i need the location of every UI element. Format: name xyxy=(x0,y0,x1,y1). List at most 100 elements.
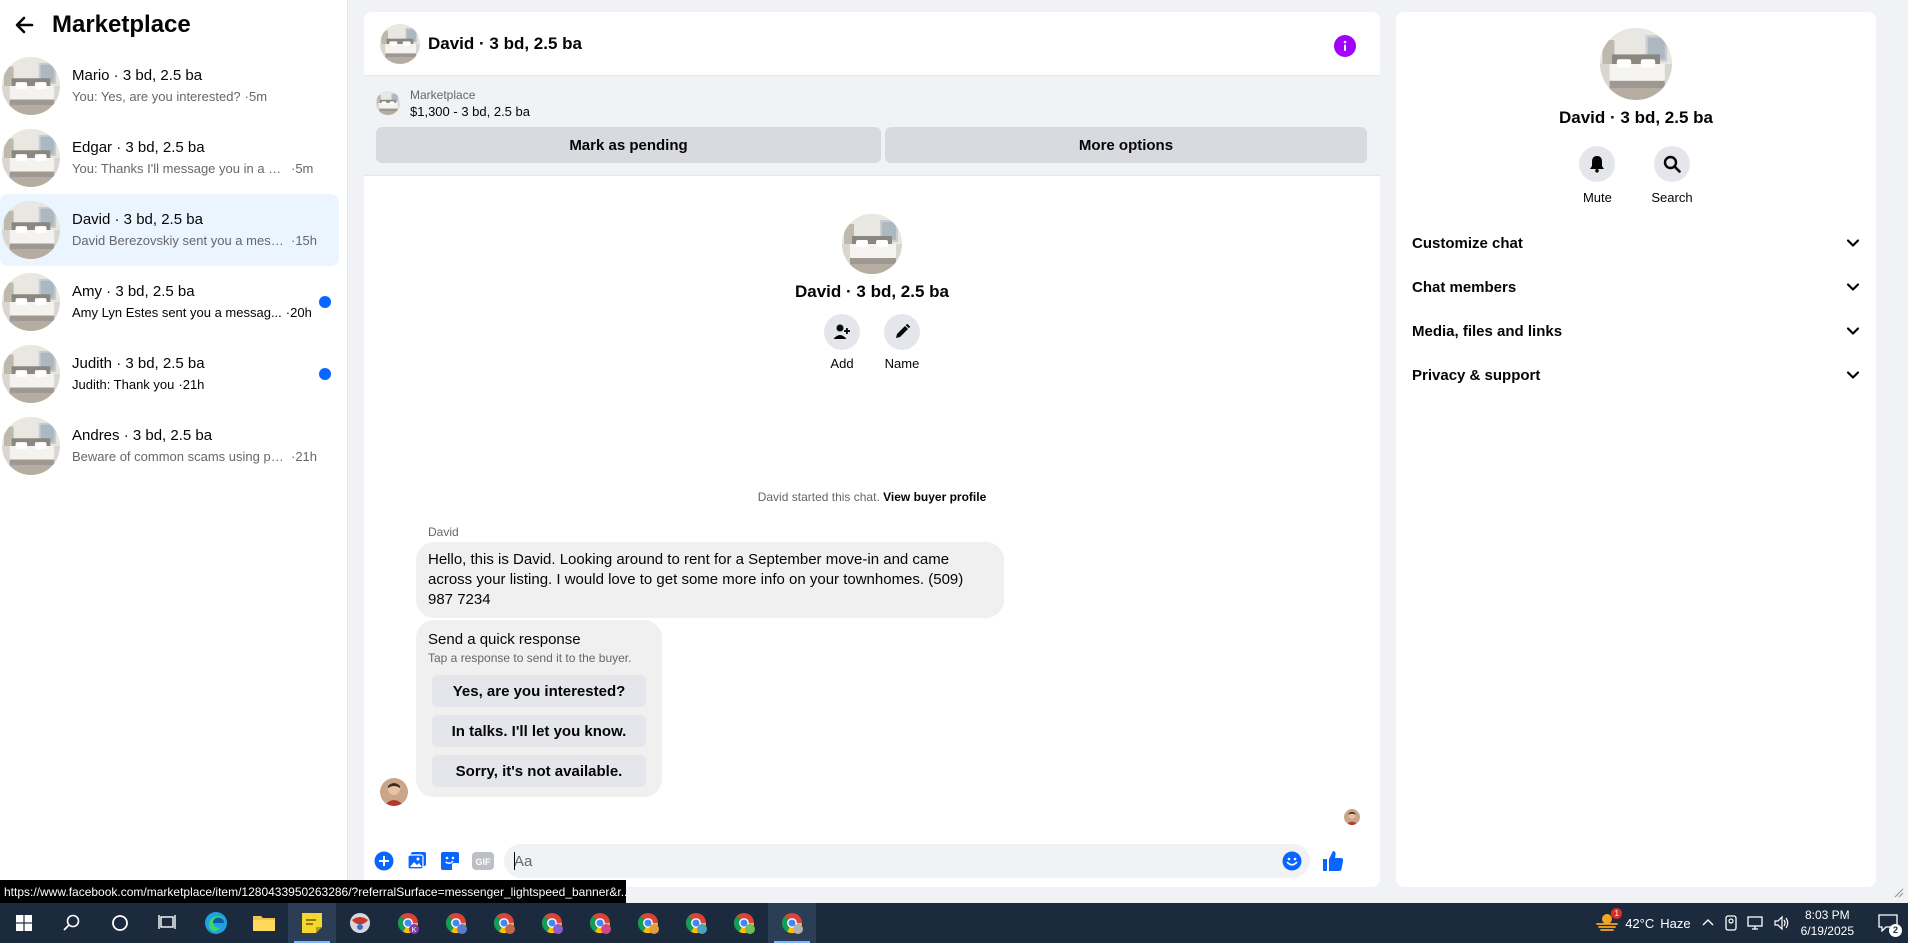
file-explorer-icon[interactable] xyxy=(240,903,288,943)
sticker-icon[interactable] xyxy=(438,849,462,873)
listing-avatar xyxy=(2,273,60,331)
chrome-profile-icon[interactable] xyxy=(576,903,624,943)
system-tray xyxy=(1701,915,1791,931)
meet-now-icon[interactable] xyxy=(1723,915,1739,931)
clock-time: 8:03 PM xyxy=(1804,908,1850,922)
chat-title[interactable]: David · 3 bd, 2.5 ba xyxy=(428,34,582,54)
quick-response-card: Send a quick response Tap a response to … xyxy=(416,620,662,797)
gif-icon[interactable]: GIF xyxy=(471,849,495,873)
more-options-button[interactable]: More options xyxy=(885,127,1367,163)
cortana-circle-icon[interactable] xyxy=(96,903,144,943)
chat-header: David · 3 bd, 2.5 ba xyxy=(364,12,1380,76)
chat-header-avatar[interactable] xyxy=(380,24,420,64)
conversation-name: Andres · 3 bd, 2.5 ba xyxy=(72,427,213,444)
volume-icon[interactable] xyxy=(1773,915,1791,931)
chevron-down-icon xyxy=(1846,239,1860,247)
quick-response-option[interactable]: Yes, are you interested? xyxy=(432,675,646,707)
chrome-profile-k-icon[interactable]: K xyxy=(384,903,432,943)
emoji-icon[interactable] xyxy=(1282,851,1302,871)
conversation-item-judith[interactable]: Judith · 3 bd, 2.5 ba Judith: Thank you ·… xyxy=(0,338,339,410)
conversation-time: ·5m xyxy=(244,89,268,104)
details-sections: Customize chat Chat members Media, files… xyxy=(1396,221,1876,397)
quick-response-option[interactable]: In talks. I'll let you know. xyxy=(432,715,646,747)
quick-response-title: Send a quick response xyxy=(428,631,581,648)
bell-icon xyxy=(1590,156,1605,173)
search-in-chat-button[interactable]: Search xyxy=(1651,146,1693,205)
conversation-name: Judith · 3 bd, 2.5 ba xyxy=(72,355,205,372)
seen-receipt-avatar xyxy=(1344,809,1360,825)
pencil-icon xyxy=(896,323,911,338)
info-icon[interactable] xyxy=(1334,35,1356,57)
start-windows-icon[interactable] xyxy=(0,903,48,943)
photo-icon[interactable] xyxy=(405,849,429,873)
chevron-up-icon[interactable] xyxy=(1701,916,1715,930)
quick-response-subtitle: Tap a response to send it to the buyer. xyxy=(428,651,632,665)
message-input[interactable] xyxy=(514,852,1254,870)
chat-details-panel: David · 3 bd, 2.5 ba Mute Search Customi… xyxy=(1396,12,1876,887)
listing-avatar xyxy=(2,417,60,475)
conversation-time: ·20h xyxy=(285,305,312,320)
conversation-item-andres[interactable]: Andres · 3 bd, 2.5 ba Beware of common s… xyxy=(0,410,339,482)
unread-dot-icon xyxy=(319,368,331,380)
conversation-item-mario[interactable]: Mario · 3 bd, 2.5 ba You: Yes, are you i… xyxy=(0,50,339,122)
svg-text:K: K xyxy=(412,927,417,934)
chrome-active-window-icon[interactable] xyxy=(768,903,816,943)
back-arrow-icon[interactable] xyxy=(10,11,38,39)
section-label: Media, files and links xyxy=(1412,322,1563,340)
chrome-profile-icon[interactable] xyxy=(672,903,720,943)
privacy-support-section[interactable]: Privacy & support xyxy=(1404,353,1868,397)
windows-taskbar: K 1 42°C Haze 8:03 PM 6/19/2025 2 xyxy=(0,903,1908,943)
conversation-item-david[interactable]: David · 3 bd, 2.5 ba David Berezovskiy s… xyxy=(0,194,339,266)
weather-condition: Haze xyxy=(1660,915,1691,931)
view-buyer-profile-link[interactable]: View buyer profile xyxy=(883,490,986,504)
conversation-time: ·5m xyxy=(291,161,314,176)
sender-avatar[interactable] xyxy=(380,778,408,806)
message-input-wrapper xyxy=(504,844,1310,878)
weather-alert-badge: 1 xyxy=(1611,907,1623,919)
thumbs-up-icon[interactable] xyxy=(1320,848,1346,874)
add-people-button[interactable]: Add xyxy=(824,314,860,371)
quick-response-option[interactable]: Sorry, it's not available. xyxy=(432,755,646,787)
chrome-profile-icon[interactable] xyxy=(720,903,768,943)
taskbar-search-icon[interactable] xyxy=(48,903,96,943)
conversation-name: Edgar · 3 bd, 2.5 ba xyxy=(72,139,205,156)
network-icon[interactable] xyxy=(1746,915,1765,931)
mark-as-pending-button[interactable]: Mark as pending xyxy=(376,127,881,163)
name-chat-button[interactable]: Name xyxy=(884,314,920,371)
mute-button[interactable]: Mute xyxy=(1579,146,1616,205)
notification-center-button[interactable]: 2 xyxy=(1868,903,1908,943)
listing-info[interactable]: Marketplace $1,300 - 3 bd, 2.5 ba xyxy=(376,84,1368,122)
sticky-notes-icon[interactable] xyxy=(288,903,336,943)
details-avatar xyxy=(1600,28,1672,100)
chat-members-section[interactable]: Chat members xyxy=(1404,265,1868,309)
conversation-time: ·21h xyxy=(291,449,318,464)
media-files-links-section[interactable]: Media, files and links xyxy=(1404,309,1868,353)
chrome-profile-icon[interactable] xyxy=(528,903,576,943)
conversation-name: Amy · 3 bd, 2.5 ba xyxy=(72,283,195,300)
search-icon xyxy=(1663,155,1681,173)
edge-browser-icon[interactable] xyxy=(192,903,240,943)
customize-chat-section[interactable]: Customize chat xyxy=(1404,221,1868,265)
conversation-item-edgar[interactable]: Edgar · 3 bd, 2.5 ba You: Thanks I'll me… xyxy=(0,122,339,194)
chrome-profile-icon[interactable] xyxy=(480,903,528,943)
task-view-icon[interactable] xyxy=(144,903,192,943)
add-label: Add xyxy=(830,356,854,371)
add-person-icon xyxy=(833,324,850,339)
conversation-item-amy[interactable]: Amy · 3 bd, 2.5 ba Amy Lyn Estes sent yo… xyxy=(0,266,339,338)
chrome-profile-icon[interactable] xyxy=(624,903,672,943)
plus-icon[interactable] xyxy=(372,849,396,873)
chat-started-notice: David started this chat. View buyer prof… xyxy=(364,490,1380,504)
notification-count: 2 xyxy=(1889,924,1902,937)
conversation-time: ·15h xyxy=(291,233,318,248)
section-label: Chat members xyxy=(1412,278,1517,296)
section-label: Privacy & support xyxy=(1412,366,1541,384)
listing-price-title: $1,300 - 3 bd, 2.5 ba xyxy=(410,103,530,119)
taskbar-clock[interactable]: 8:03 PM 6/19/2025 xyxy=(1801,907,1854,939)
message-composer: GIF xyxy=(364,838,1380,884)
message-bubble[interactable]: Hello, this is David. Looking around to … xyxy=(416,542,1004,618)
weather-widget[interactable]: 1 42°C Haze xyxy=(1595,907,1691,935)
app-icon[interactable] xyxy=(336,903,384,943)
clock-date: 6/19/2025 xyxy=(1800,924,1854,938)
chrome-profile-icon[interactable] xyxy=(432,903,480,943)
conversation-sidebar: Marketplace Mario · 3 bd, 2.5 ba You: Ye… xyxy=(0,0,348,880)
